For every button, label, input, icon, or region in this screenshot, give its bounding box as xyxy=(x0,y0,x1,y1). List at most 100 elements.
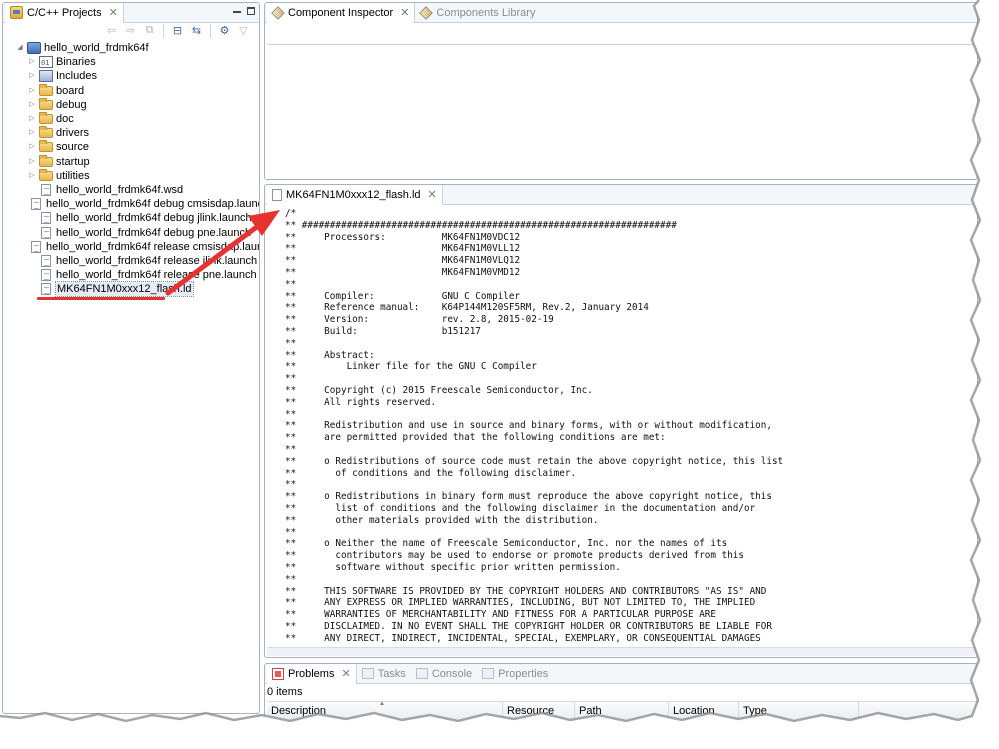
tree-item[interactable]: hello_world_frdmk64f release cmsisdap.la… xyxy=(3,240,259,254)
tag-icon xyxy=(271,5,285,20)
file-icon xyxy=(31,240,41,253)
close-icon[interactable]: ✕ xyxy=(428,188,437,201)
tree-item-label: debug xyxy=(56,98,87,111)
tree-item[interactable]: ▷ startup xyxy=(3,154,259,169)
view-menu-icon[interactable]: ▽ xyxy=(236,23,251,38)
collapsed-twisty-icon[interactable]: ▷ xyxy=(27,55,37,69)
folder-icon xyxy=(39,154,53,167)
code-line: ** MK64FN1M0VLL12 xyxy=(285,243,521,255)
up-folder-icon[interactable]: ⧉ xyxy=(142,23,157,38)
collapsed-twisty-icon[interactable]: ▷ xyxy=(27,98,37,112)
tree-item-label: drivers xyxy=(56,127,90,140)
tab-properties[interactable]: Properties xyxy=(477,664,553,684)
link-with-editor-icon[interactable]: ⇆ xyxy=(189,23,204,38)
tree-item-label: Binaries xyxy=(56,56,96,69)
code-line: ** Linker file for the GNU C Compiler xyxy=(285,361,537,373)
console-icon xyxy=(415,668,428,679)
file-icon xyxy=(41,283,51,296)
collapsed-twisty-icon[interactable]: ▷ xyxy=(27,126,37,140)
code-line: ** Processors: MK64FN1M0VDC12 xyxy=(285,231,521,243)
expanded-twisty-icon[interactable]: ◢ xyxy=(15,41,25,55)
tree-item[interactable]: hello_world_frdmk64f debug cmsisdap.laun… xyxy=(3,197,259,211)
code-line: ** xyxy=(285,337,297,349)
tree-item[interactable]: ▷ drivers xyxy=(3,126,259,140)
tree-item[interactable]: ▷ utilities xyxy=(3,168,259,183)
tree-item[interactable]: hello_world_frdmk64f debug pne.launch xyxy=(3,225,259,239)
code-line: ** ANY DIRECT, INDIRECT, INCIDENTAL, SPE… xyxy=(285,632,761,644)
tree-item[interactable]: ▷ source xyxy=(3,140,259,154)
tree-item[interactable]: hello_world_frdmk64f release pne.launch xyxy=(3,268,259,282)
code-line: ** xyxy=(285,573,297,585)
maximize-icon[interactable] xyxy=(247,7,255,15)
code-line: ** Version: rev. 2.8, 2015-02-19 xyxy=(285,314,554,326)
code-line: ** MK64FN1M0VMD12 xyxy=(285,266,521,278)
tree-item[interactable]: ▷ doc xyxy=(3,112,259,126)
tree-item[interactable]: ▷ debug xyxy=(3,97,259,112)
horizontal-scrollbar[interactable] xyxy=(267,647,975,656)
minimize-icon[interactable] xyxy=(233,11,241,13)
code-line: ** contributors may be used to endorse o… xyxy=(285,550,744,562)
tab-component-inspector[interactable]: Component Inspector ✕ xyxy=(267,3,416,23)
tree-item[interactable]: hello_world_frdmk64f.wsd xyxy=(3,183,259,197)
code-line: ** THIS SOFTWARE IS PROVIDED BY THE COPY… xyxy=(285,585,767,597)
collapse-all-icon[interactable]: ⊟ xyxy=(170,23,185,38)
tab-problems[interactable]: Problems ✕ xyxy=(267,664,357,684)
bottom-tabbar: Problems ✕ Tasks Console Properties xyxy=(265,664,977,684)
tab-cpp-projects[interactable]: C/C++ Projects ✕ xyxy=(5,3,124,23)
tree-item[interactable]: ▷ Includes xyxy=(3,69,259,83)
tab-properties-label: Properties xyxy=(498,667,549,680)
tab-problems-label: Problems xyxy=(288,667,335,680)
tree-item[interactable]: MK64FN1M0xxx12_flash.ld xyxy=(3,281,259,298)
tasks-icon xyxy=(361,668,374,679)
tree-project-root[interactable]: ◢ hello_world_frdmk64f xyxy=(3,41,259,55)
tree-item-label: doc xyxy=(56,113,74,126)
collapsed-twisty-icon[interactable]: ▷ xyxy=(27,84,37,98)
inspector-tabbar: Component Inspector ✕ Components Library xyxy=(265,3,977,23)
column-location[interactable]: Location xyxy=(669,702,739,722)
collapsed-twisty-icon[interactable]: ▷ xyxy=(27,140,37,154)
code-line: ** All rights reserved. xyxy=(285,396,437,408)
code-text-area[interactable]: /* ** ###################################… xyxy=(285,208,969,647)
tree-item[interactable]: hello_world_frdmk64f release jlink.launc… xyxy=(3,254,259,268)
code-line: ** o Neither the name of Freescale Semic… xyxy=(285,538,728,550)
close-icon[interactable]: ✕ xyxy=(400,6,409,19)
column-resource[interactable]: Resource xyxy=(503,702,575,722)
collapsed-twisty-icon[interactable]: ▷ xyxy=(27,112,37,126)
close-icon[interactable]: ✕ xyxy=(341,667,350,680)
collapsed-twisty-icon[interactable]: ▷ xyxy=(27,69,37,83)
column-description[interactable]: Description xyxy=(267,695,503,722)
file-icon xyxy=(41,226,51,239)
close-icon[interactable]: ✕ xyxy=(109,6,118,19)
column-type[interactable]: Type xyxy=(739,702,859,722)
code-line: ** xyxy=(285,278,297,290)
tree-item[interactable]: hello_world_frdmk64f debug jlink.launch xyxy=(3,211,259,225)
file-icon xyxy=(41,254,51,267)
tab-components-library[interactable]: Components Library xyxy=(415,3,540,23)
tree-item-label: hello_world_frdmk64f release pne.launch xyxy=(56,269,257,282)
tree-item[interactable]: ▷ Binaries xyxy=(3,55,259,70)
collapsed-twisty-icon[interactable]: ▷ xyxy=(27,169,37,183)
collapsed-twisty-icon[interactable]: ▷ xyxy=(27,155,37,169)
filter-icon[interactable]: ⚙ xyxy=(217,23,232,38)
column-path[interactable]: Path xyxy=(575,702,669,722)
folder-icon xyxy=(39,112,53,125)
tree-item[interactable]: ▷ board xyxy=(3,83,259,98)
back-arrow-icon[interactable]: ⇦ xyxy=(104,23,119,38)
code-line: ** WARRANTIES OF MERCHANTABILITY AND FIT… xyxy=(285,609,716,621)
tree-item-label: Includes xyxy=(56,70,97,83)
tree-item-label: MK64FN1M0xxx12_flash.ld xyxy=(55,281,194,298)
tree-item-label: hello_world_frdmk64f debug pne.launch xyxy=(56,226,252,239)
forward-arrow-icon[interactable]: ⇨ xyxy=(123,23,138,38)
project-tree: ◢ hello_world_frdmk64f ▷ Binaries ▷ Include… xyxy=(3,41,259,298)
code-line: ** xyxy=(285,479,297,491)
code-line: ** Build: b151217 xyxy=(285,325,481,337)
tree-item-label: hello_world_frdmk64f debug jlink.launch xyxy=(56,212,252,225)
items-count: 0 items xyxy=(267,686,303,698)
tree-item-label: hello_world_frdmk64f debug cmsisdap.laun… xyxy=(46,198,260,211)
tab-tasks[interactable]: Tasks xyxy=(357,664,411,684)
tab-console[interactable]: Console xyxy=(411,664,477,684)
folder-icon xyxy=(39,168,53,181)
code-line: ** Compiler: GNU C Compiler xyxy=(285,290,521,302)
tab-linker-file[interactable]: MK64FN1M0xxx12_flash.ld ✕ xyxy=(267,185,443,205)
tree-item-label: startup xyxy=(56,155,90,168)
